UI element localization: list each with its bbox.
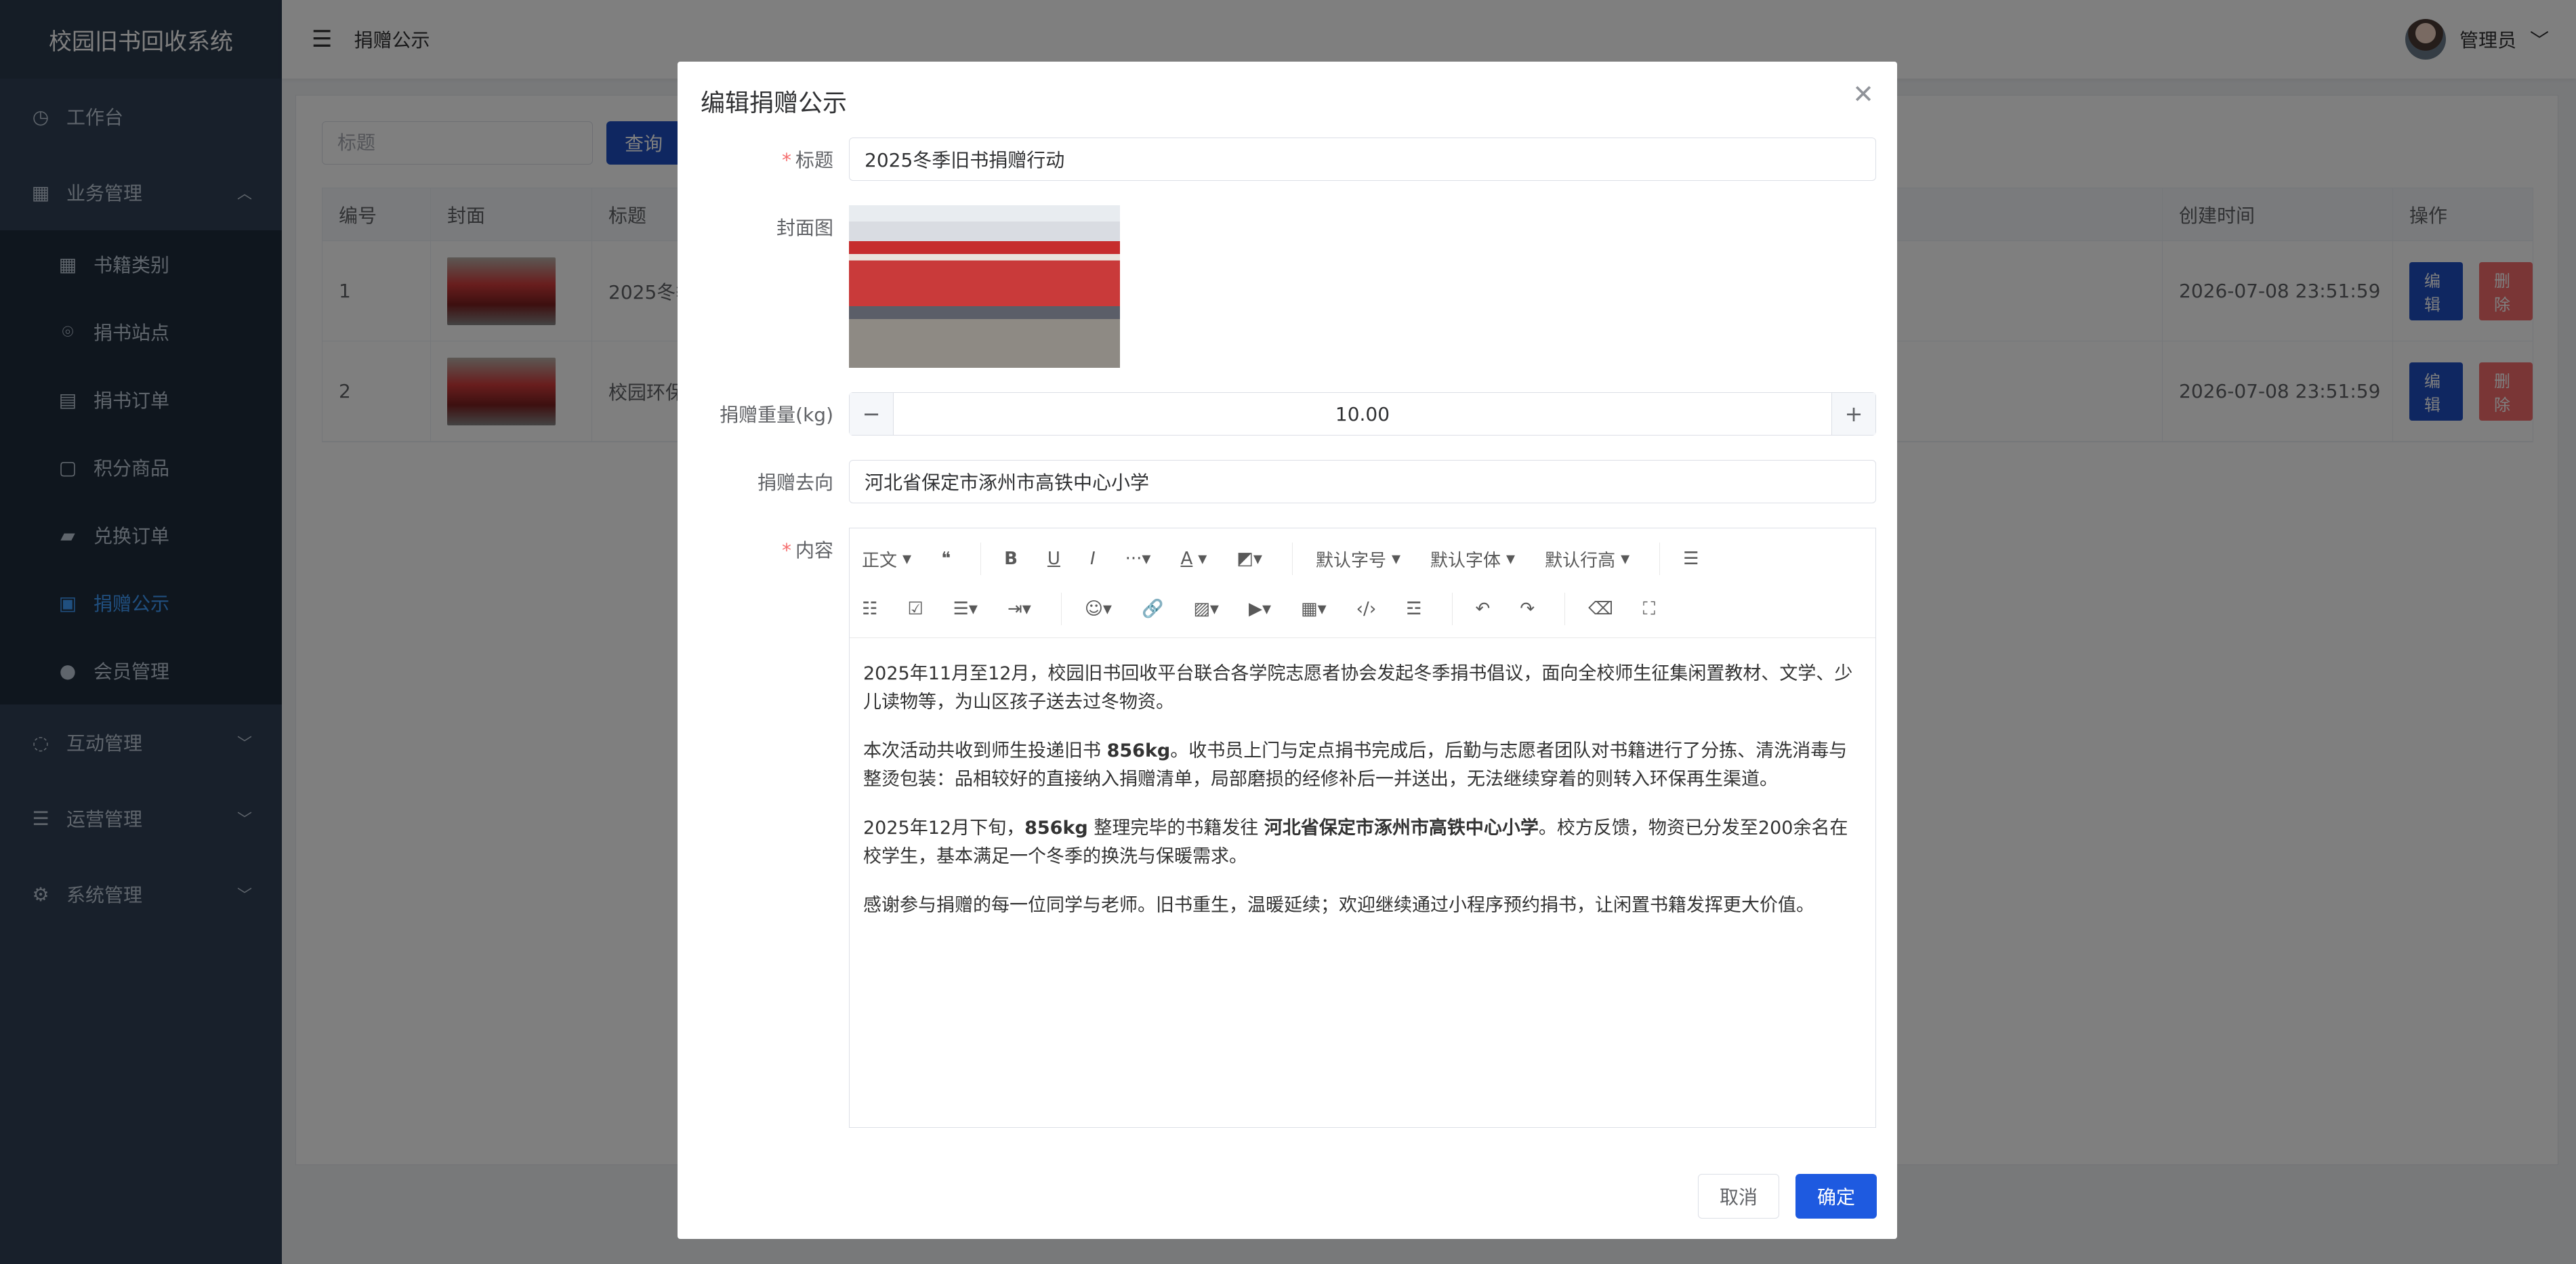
title-input[interactable]: 2025冬季旧书捐赠行动 [849, 138, 1876, 181]
font-size-select[interactable]: 默认字号 ▾ [1316, 547, 1400, 572]
redo-icon[interactable]: ↷ [1520, 599, 1535, 619]
divider [1564, 593, 1566, 625]
divider [1451, 593, 1453, 625]
edit-dialog: 编辑捐赠公示 ✕ * 标题 2025冬季旧书捐赠行动 封面图 捐赠重量(kg) −… [678, 62, 1897, 1239]
underline-icon[interactable]: U [1047, 549, 1060, 569]
minus-icon[interactable]: − [850, 393, 893, 435]
paragraph: 本次活动共收到师生投递旧书 856kg。收书员上门与定点捐书完成后，后勤与志愿者… [863, 740, 1848, 790]
undo-icon[interactable]: ↶ [1476, 599, 1491, 619]
indent-icon[interactable]: ⇥▾ [1007, 599, 1031, 619]
destination-label: 捐赠去向 [757, 471, 833, 494]
paragraph: 感谢参与捐赠的每一位同学与老师。旧书重生，温暖延续；欢迎继续通过小程序预约捐书，… [863, 895, 1814, 916]
image-icon[interactable]: ▨▾ [1193, 599, 1219, 619]
link-icon[interactable]: 🔗 [1142, 599, 1163, 619]
more-icon[interactable]: ···▾ [1125, 549, 1151, 569]
divider [980, 543, 982, 575]
clear-format-icon[interactable]: ⌫ [1588, 599, 1613, 619]
confirm-button[interactable]: 确定 [1795, 1174, 1877, 1219]
editor-content[interactable]: 2025年11月至12月，校园旧书回收平台联合各学院志愿者协会发起冬季捐书倡议，… [850, 638, 1875, 962]
close-icon[interactable]: ✕ [1852, 79, 1874, 109]
line-height-select[interactable]: 默认行高 ▾ [1545, 547, 1629, 572]
numbered-list-icon[interactable]: ☷ [862, 599, 877, 619]
content-label: * 内容 [781, 539, 833, 562]
weight-stepper: − 10.00 + [849, 392, 1876, 436]
cover-label: 封面图 [776, 217, 833, 239]
title-label: * 标题 [781, 149, 833, 171]
cancel-button[interactable]: 取消 [1698, 1174, 1779, 1219]
destination-input[interactable]: 河北省保定市涿州市高铁中心小学 [849, 460, 1876, 503]
weight-label: 捐赠重量(kg) [720, 404, 833, 426]
dialog-title: 编辑捐赠公示 [701, 89, 848, 117]
paragraph-style-select[interactable]: 正文 ▾ [862, 547, 911, 572]
paragraph: 2025年11月至12月，校园旧书回收平台联合各学院志愿者协会发起冬季捐书倡议，… [863, 663, 1853, 713]
editor-toolbar: 正文 ▾ ❝ B U I ···▾ A ▾ ◩▾ 默认字号 ▾ 默认字体 ▾ 默认行高 ▾… [850, 528, 1875, 638]
align-icon[interactable]: ☰▾ [953, 599, 978, 619]
table-icon[interactable]: ▦▾ [1301, 599, 1327, 619]
weight-value[interactable]: 10.00 [893, 393, 1832, 435]
divider-line-icon[interactable]: ☲ [1406, 599, 1421, 619]
fullscreen-icon[interactable]: ⛶ [1643, 599, 1655, 620]
paragraph: 2025年12月下旬，856kg 整理完毕的书籍发往 河北省保定市涿州市高铁中心… [863, 818, 1848, 867]
quote-icon[interactable]: ❝ [941, 549, 951, 569]
italic-icon[interactable]: I [1090, 549, 1096, 569]
bold-icon[interactable]: B [1004, 549, 1018, 569]
video-icon[interactable]: ▶▾ [1249, 599, 1271, 619]
divider [1659, 543, 1661, 575]
code-icon[interactable]: ‹/› [1356, 599, 1377, 619]
plus-icon[interactable]: + [1832, 393, 1875, 435]
divider [1060, 593, 1062, 625]
font-color-icon[interactable]: A ▾ [1180, 549, 1207, 569]
bullet-list-icon[interactable]: ☰ [1683, 549, 1699, 569]
rich-text-editor: 正文 ▾ ❝ B U I ···▾ A ▾ ◩▾ 默认字号 ▾ 默认字体 ▾ 默认行高 ▾… [849, 528, 1876, 1128]
cover-image[interactable] [849, 205, 1120, 368]
emoji-icon[interactable]: ☺▾ [1085, 599, 1112, 619]
font-family-select[interactable]: 默认字体 ▾ [1430, 547, 1515, 572]
background-color-icon[interactable]: ◩▾ [1237, 549, 1262, 569]
todo-icon[interactable]: ☑ [907, 599, 923, 619]
divider [1291, 543, 1293, 575]
